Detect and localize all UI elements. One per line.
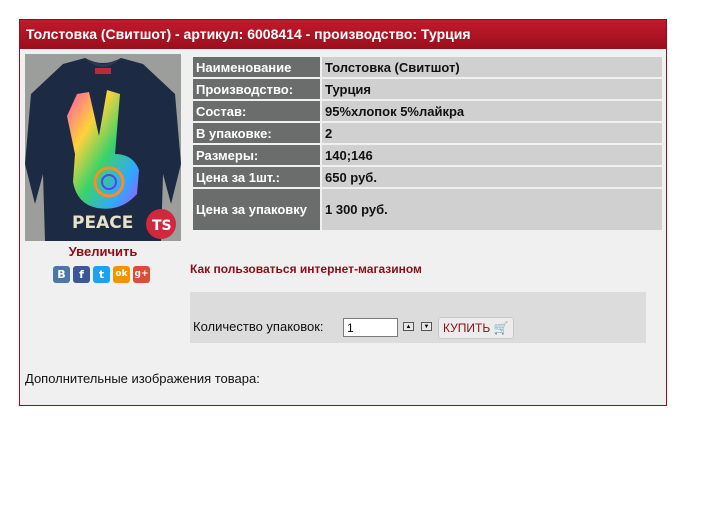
buy-label: КУПИТЬ — [443, 321, 491, 335]
spec-key: В упаковке: — [193, 123, 320, 143]
extra-images-label: Дополнительные изображения товара: — [25, 371, 260, 386]
spec-table: Наименование Толстовка (Свитшот) Производс… — [191, 55, 664, 232]
spec-key: Производство: — [193, 79, 320, 99]
how-to-use-link[interactable]: Как пользоваться интернет-магазином — [190, 262, 422, 276]
spec-value: 1 300 руб. — [322, 189, 662, 230]
quantity-label: Количество упаковок: — [193, 319, 324, 334]
spec-row: Цена за 1шт.: 650 руб. — [193, 167, 662, 187]
spec-value: 95%хлопок 5%лайкра — [322, 101, 662, 121]
facebook-icon[interactable]: f — [73, 266, 90, 283]
cart-icon: 🛒 — [493, 321, 509, 335]
spec-row: Размеры: 140;146 — [193, 145, 662, 165]
order-box: Количество упаковок: ▲ ▼ КУПИТЬ 🛒 — [190, 292, 646, 343]
spec-row: Производство: Турция — [193, 79, 662, 99]
spec-row: Состав: 95%хлопок 5%лайкра — [193, 101, 662, 121]
social-share-bar: Bf t ok g+ — [53, 266, 150, 284]
spec-row: В упаковке: 2 — [193, 123, 662, 143]
spec-value: 650 руб. — [322, 167, 662, 187]
product-photo[interactable]: PEACE TS — [25, 54, 181, 241]
product-panel: Толстовка (Свитшот) - артикул: 6008414 -… — [19, 19, 667, 406]
buy-button[interactable]: КУПИТЬ 🛒 — [438, 317, 514, 339]
spec-key: Наименование — [193, 57, 320, 77]
svg-text:PEACE: PEACE — [72, 213, 133, 233]
twitter-icon[interactable]: t — [93, 266, 110, 283]
odnoklassniki-icon[interactable]: ok — [113, 266, 130, 283]
sweatshirt-image: PEACE TS — [25, 54, 181, 241]
quantity-decrement-button[interactable]: ▼ — [421, 322, 432, 331]
enlarge-link[interactable]: Увеличить — [25, 244, 181, 259]
spec-row: Наименование Толстовка (Свитшот) — [193, 57, 662, 77]
spec-key: Цена за упаковку — [193, 189, 320, 230]
vkontakte-icon[interactable]: B — [53, 266, 70, 283]
spec-value: 140;146 — [322, 145, 662, 165]
svg-text:TS: TS — [152, 218, 172, 234]
spec-value: Турция — [322, 79, 662, 99]
ts-logo-icon: TS — [146, 209, 176, 239]
quantity-input[interactable] — [343, 318, 398, 337]
google-plus-icon[interactable]: g+ — [133, 266, 150, 283]
spec-value: 2 — [322, 123, 662, 143]
spec-row: Цена за упаковку 1 300 руб. — [193, 189, 662, 230]
peace-print: PEACE — [72, 213, 133, 233]
spec-key: Цена за 1шт.: — [193, 167, 320, 187]
spec-key: Состав: — [193, 101, 320, 121]
quantity-increment-button[interactable]: ▲ — [403, 322, 414, 331]
spec-value: Толстовка (Свитшот) — [322, 57, 662, 77]
product-title: Толстовка (Свитшот) - артикул: 6008414 -… — [20, 20, 666, 49]
spec-key: Размеры: — [193, 145, 320, 165]
